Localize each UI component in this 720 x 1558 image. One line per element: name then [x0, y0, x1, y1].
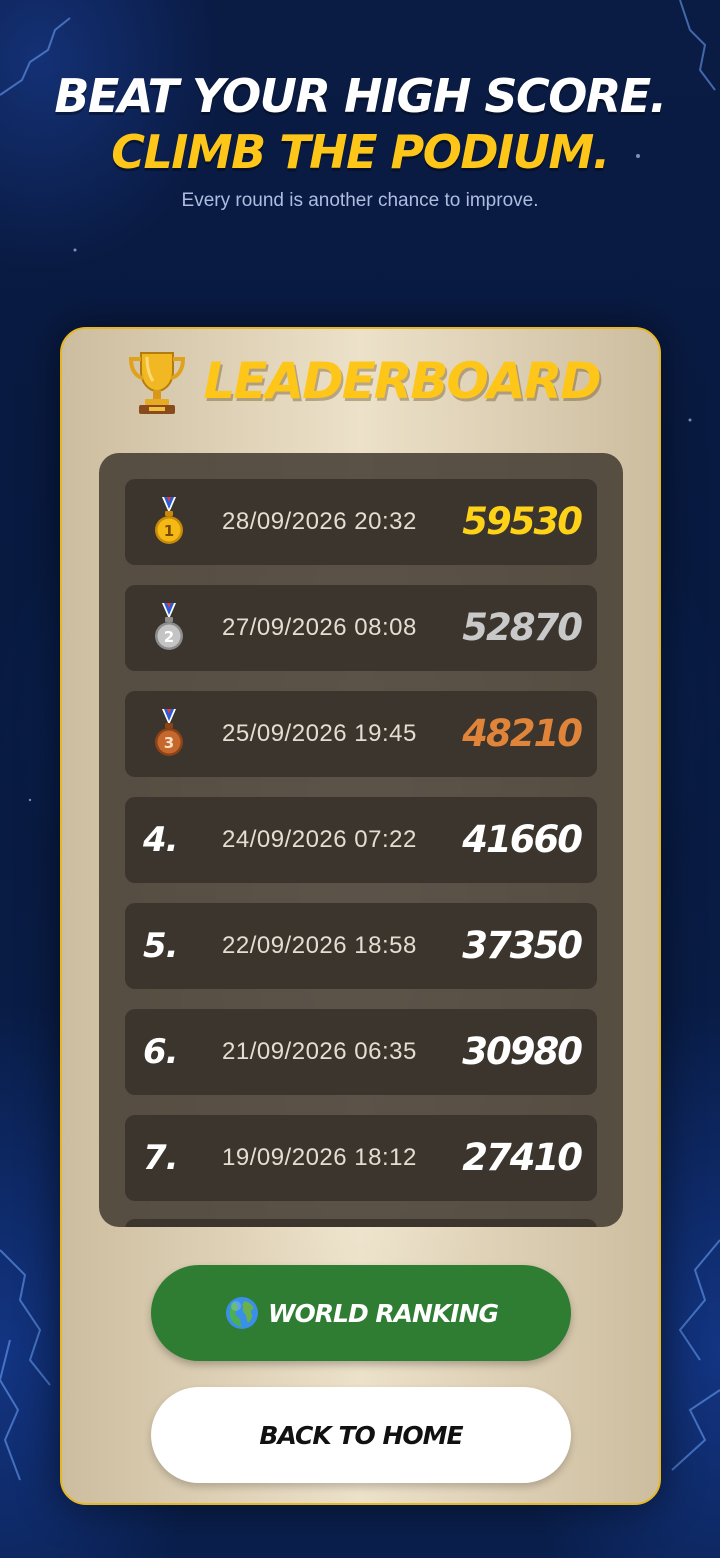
leaderboard-row[interactable]: 5. 22/09/2026 18:58 37350 [125, 903, 597, 989]
rank-cell: 3 [143, 691, 199, 777]
score-value: 52870 [462, 606, 583, 649]
score-value: 27410 [462, 1136, 583, 1179]
score-date: 21/09/2026 06:35 [222, 1038, 417, 1065]
score-date: 22/09/2026 18:58 [222, 932, 417, 959]
leaderboard-row[interactable]: 3 25/09/2026 19:45 48210 [125, 691, 597, 777]
leaderboard-header: LEADERBOARD [62, 345, 659, 417]
gold-medal-icon: 1 [155, 497, 183, 544]
globe-icon [225, 1297, 258, 1329]
rank-number: 6. [143, 1032, 179, 1072]
back-to-home-button[interactable]: BACK TO HOME [151, 1387, 571, 1483]
score-date: 28/09/2026 20:32 [222, 508, 417, 535]
bronze-medal-icon: 3 [155, 709, 183, 756]
leaderboard-row[interactable]: 2 27/09/2026 08:08 52870 [125, 585, 597, 671]
rank-number: 7. [143, 1138, 179, 1178]
score-value: 37350 [462, 924, 583, 967]
score-date: 24/09/2026 07:22 [222, 826, 417, 853]
medal-rank-number: 2 [164, 628, 174, 646]
back-to-home-label: BACK TO HOME [259, 1420, 463, 1450]
rank-number: 5. [143, 926, 179, 966]
hero-tagline: Every round is another chance to improve… [181, 190, 539, 211]
hero-header: BEAT YOUR HIGH SCORE. CLIMB THE PODIUM. … [0, 68, 720, 212]
leaderboard-row-partial [125, 1219, 597, 1227]
score-value: 59530 [462, 500, 583, 543]
leaderboard-row[interactable]: 4. 24/09/2026 07:22 41660 [125, 797, 597, 883]
leaderboard-row[interactable]: 1 28/09/2026 20:32 59530 [125, 479, 597, 565]
hero-headline: BEAT YOUR HIGH SCORE. [54, 69, 667, 123]
score-value: 41660 [462, 818, 583, 861]
rank-cell: 7. [143, 1115, 199, 1201]
medal-rank-number: 1 [164, 522, 174, 540]
silver-medal-icon: 2 [155, 603, 183, 650]
rank-cell: 6. [143, 1009, 199, 1095]
trophy-icon [129, 352, 186, 414]
hero-subheadline: CLIMB THE PODIUM. [111, 125, 610, 179]
leaderboard-card: LEADERBOARD 1 28/09/2026 20:32 59530 2 27/09… [60, 327, 661, 1505]
rank-cell: 2 [143, 585, 199, 671]
leaderboard-row[interactable]: 7. 19/09/2026 18:12 27410 [125, 1115, 597, 1201]
score-date: 19/09/2026 18:12 [222, 1144, 417, 1171]
leaderboard-title: LEADERBOARD [203, 352, 601, 410]
score-date: 27/09/2026 08:08 [222, 614, 417, 641]
leaderboard-list[interactable]: 1 28/09/2026 20:32 59530 2 27/09/2026 08:08 5… [99, 453, 623, 1227]
world-ranking-button[interactable]: WORLD RANKING [151, 1265, 571, 1361]
rank-number: 4. [143, 820, 179, 860]
score-value: 30980 [462, 1030, 583, 1073]
world-ranking-label: WORLD RANKING [267, 1298, 499, 1328]
rank-cell: 4. [143, 797, 199, 883]
score-value: 48210 [462, 712, 583, 755]
medal-rank-number: 3 [164, 734, 174, 752]
leaderboard-row[interactable]: 6. 21/09/2026 06:35 30980 [125, 1009, 597, 1095]
score-date: 25/09/2026 19:45 [222, 720, 417, 747]
rank-cell: 1 [143, 479, 199, 565]
rank-cell: 5. [143, 903, 199, 989]
